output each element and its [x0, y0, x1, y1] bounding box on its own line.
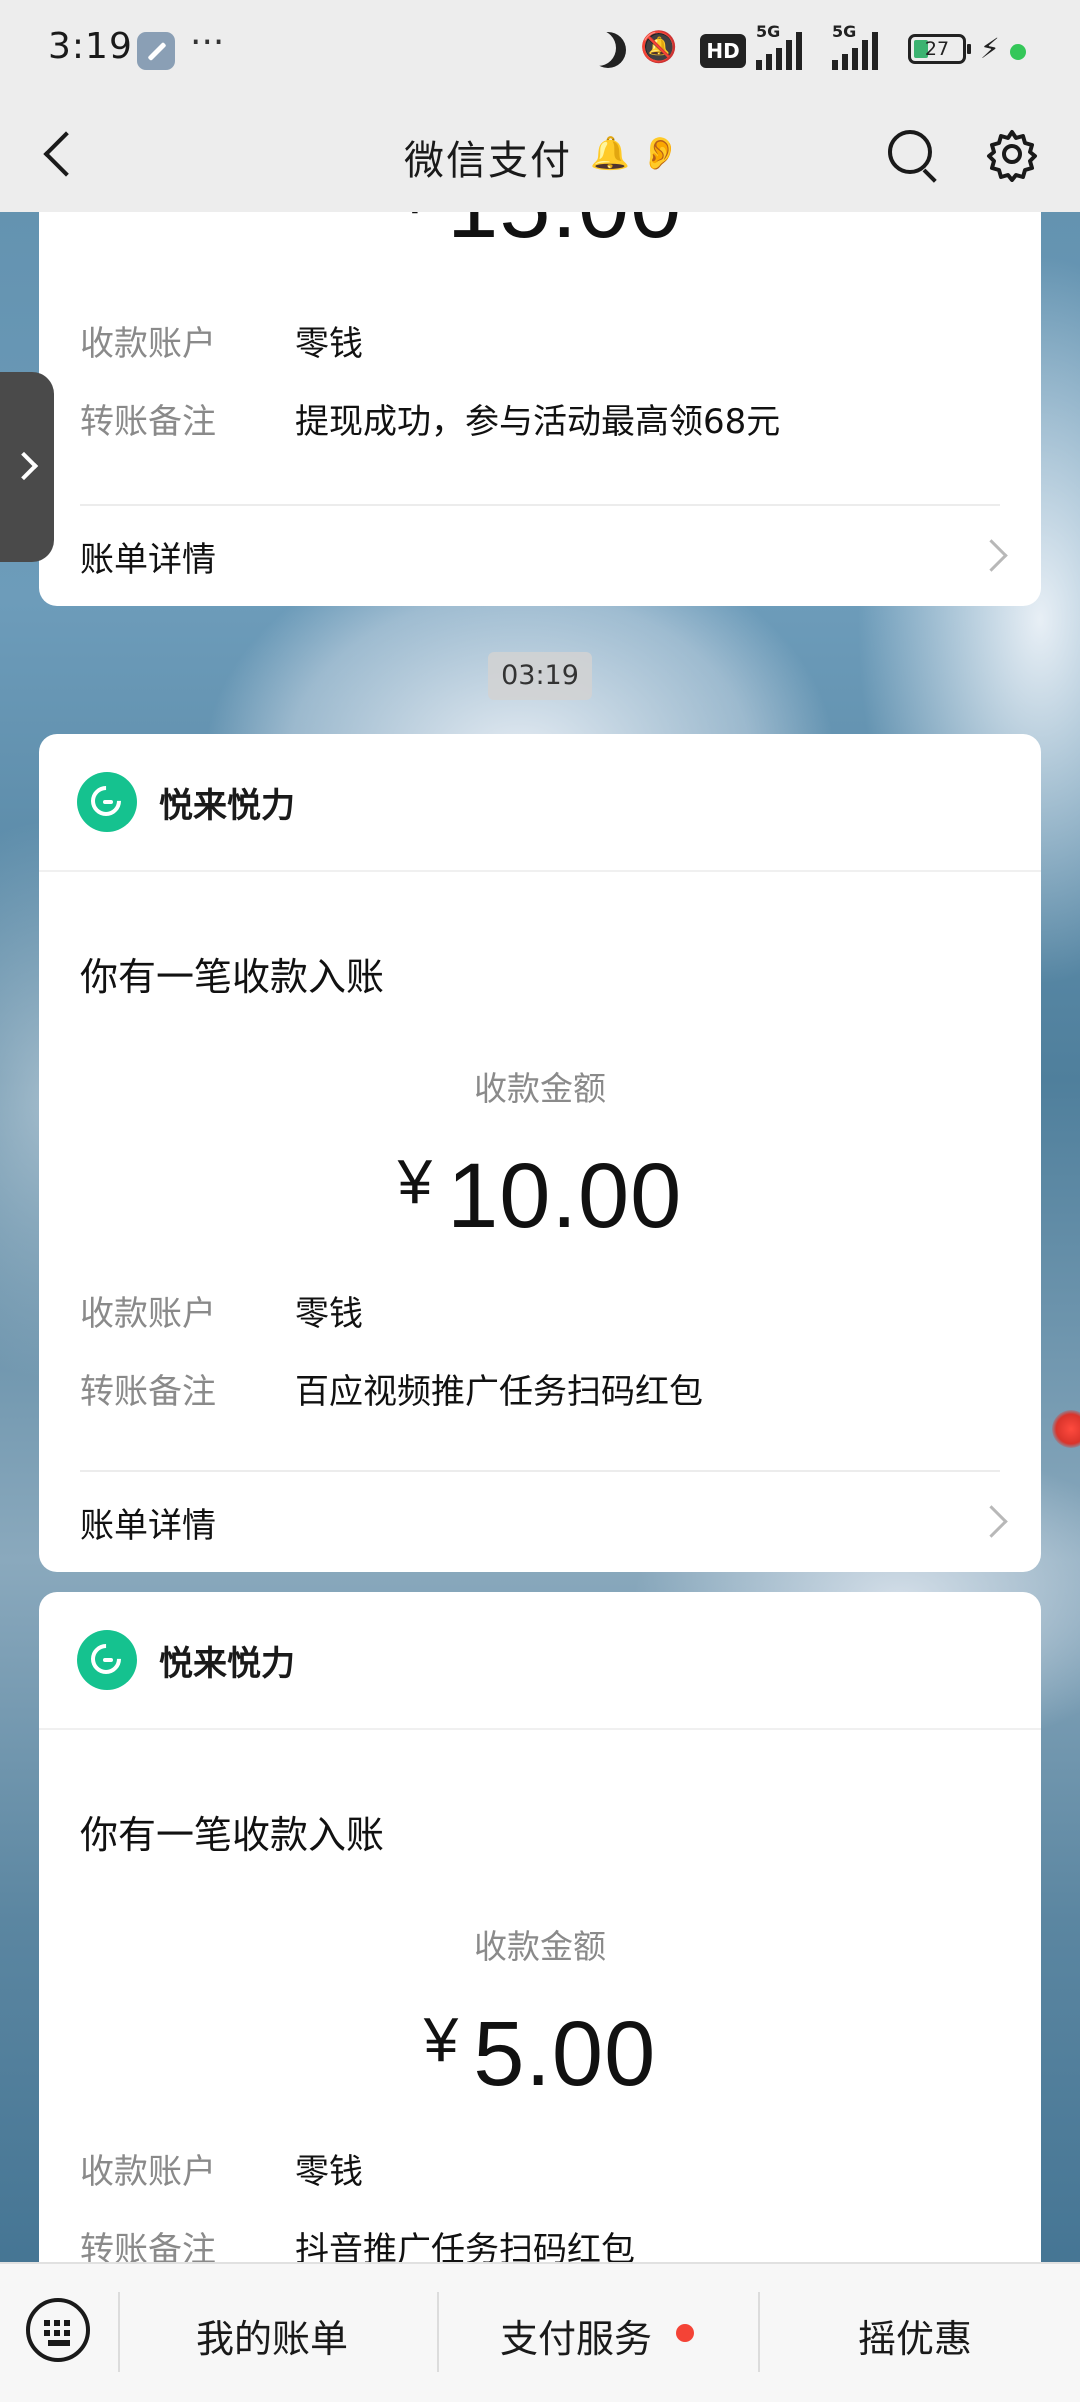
merchant-logo-icon [77, 1630, 137, 1690]
amount-label: 收款金额 [474, 1069, 606, 1108]
account-value: 零钱 [295, 2152, 363, 2192]
signal-icon: 5G [756, 22, 822, 70]
vibrate-off-icon: 🔕 [640, 30, 678, 65]
bell-muted-icon: 🔔 [590, 134, 630, 172]
payment-notice: 你有一笔收款入账 [80, 955, 385, 999]
status-time: 3:19 [48, 26, 133, 67]
background-accent [1052, 1410, 1080, 1448]
note-value: 百应视频推广任务扫码红包 [295, 1372, 703, 1412]
gear-icon[interactable] [984, 126, 1040, 182]
top-bar: 3:19 ··· 🔕 HD 5G 5G 27 ⚡ 微信支付 🔔 👂 [0, 0, 1080, 212]
bill-detail-link[interactable]: 账单详情 [80, 1498, 216, 1547]
menu-payment-services[interactable]: 支付服务 [500, 2308, 652, 2363]
payment-card-1[interactable]: ¥15.00 收款账户 零钱 转账备注 提现成功，参与活动最高领68元 账单详情 [39, 180, 1041, 606]
battery-icon: 27 [908, 34, 971, 64]
privacy-indicator-dot [1010, 44, 1026, 60]
status-bar: 3:19 ··· 🔕 HD 5G 5G 27 ⚡ [0, 0, 1080, 100]
account-label: 收款账户 [80, 324, 216, 364]
menu-shake-offers[interactable]: 摇优惠 [858, 2308, 972, 2363]
charging-icon: ⚡ [980, 32, 1000, 65]
page-title: 微信支付 [404, 138, 572, 184]
menu-my-bills[interactable]: 我的账单 [196, 2308, 348, 2363]
account-value: 零钱 [295, 1294, 363, 1334]
note-label: 转账备注 [80, 1372, 216, 1412]
divider [80, 504, 1000, 506]
account-label: 收款账户 [80, 1294, 216, 1334]
note-value: 提现成功，参与活动最高领68元 [295, 402, 781, 442]
keyboard-icon[interactable] [26, 2298, 90, 2362]
wrench-icon [137, 32, 175, 70]
hd-badge: HD [700, 34, 746, 68]
message-timestamp: 03:19 [488, 652, 592, 700]
bill-detail-link[interactable]: 账单详情 [80, 532, 216, 581]
bottom-menu-bar: 我的账单 支付服务 摇优惠 [0, 2262, 1080, 2402]
side-drawer-handle[interactable] [0, 372, 54, 562]
merchant-name: 悦来悦力 [159, 786, 295, 826]
payment-notice: 你有一笔收款入账 [80, 1813, 385, 1857]
menu-divider [437, 2292, 439, 2372]
chevron-right-icon [975, 539, 1008, 572]
notification-dot [676, 2324, 694, 2342]
title-bar: 微信支付 🔔 👂 [0, 100, 1080, 212]
merchant-logo-icon [77, 772, 137, 832]
amount-label: 收款金额 [474, 1927, 606, 1966]
back-icon[interactable] [34, 120, 94, 190]
payment-card-2[interactable]: 悦来悦力 你有一笔收款入账 收款金额 ¥10.00 收款账户 零钱 转账备注 百… [39, 734, 1041, 1572]
note-label: 转账备注 [80, 402, 216, 442]
account-label: 收款账户 [80, 2152, 216, 2192]
more-notifications-icon: ··· [190, 22, 225, 63]
card-header: 悦来悦力 [39, 1592, 1041, 1730]
merchant-name: 悦来悦力 [159, 1644, 295, 1684]
menu-divider [758, 2292, 760, 2372]
chevron-right-icon [975, 1505, 1008, 1538]
payment-card-3[interactable]: 悦来悦力 你有一笔收款入账 收款金额 ¥5.00 收款账户 零钱 转账备注 抖音… [39, 1592, 1041, 2292]
menu-divider [118, 2292, 120, 2372]
do-not-disturb-icon [590, 32, 626, 68]
amount-text: ¥5.00 [423, 2003, 657, 2105]
card-header: 悦来悦力 [39, 734, 1041, 872]
signal-icon: 5G [832, 22, 898, 70]
account-value: 零钱 [295, 324, 363, 364]
amount-text: ¥10.00 [397, 1145, 683, 1247]
search-icon[interactable] [884, 126, 944, 186]
divider [80, 1470, 1000, 1472]
ear-icon: 👂 [640, 134, 680, 172]
